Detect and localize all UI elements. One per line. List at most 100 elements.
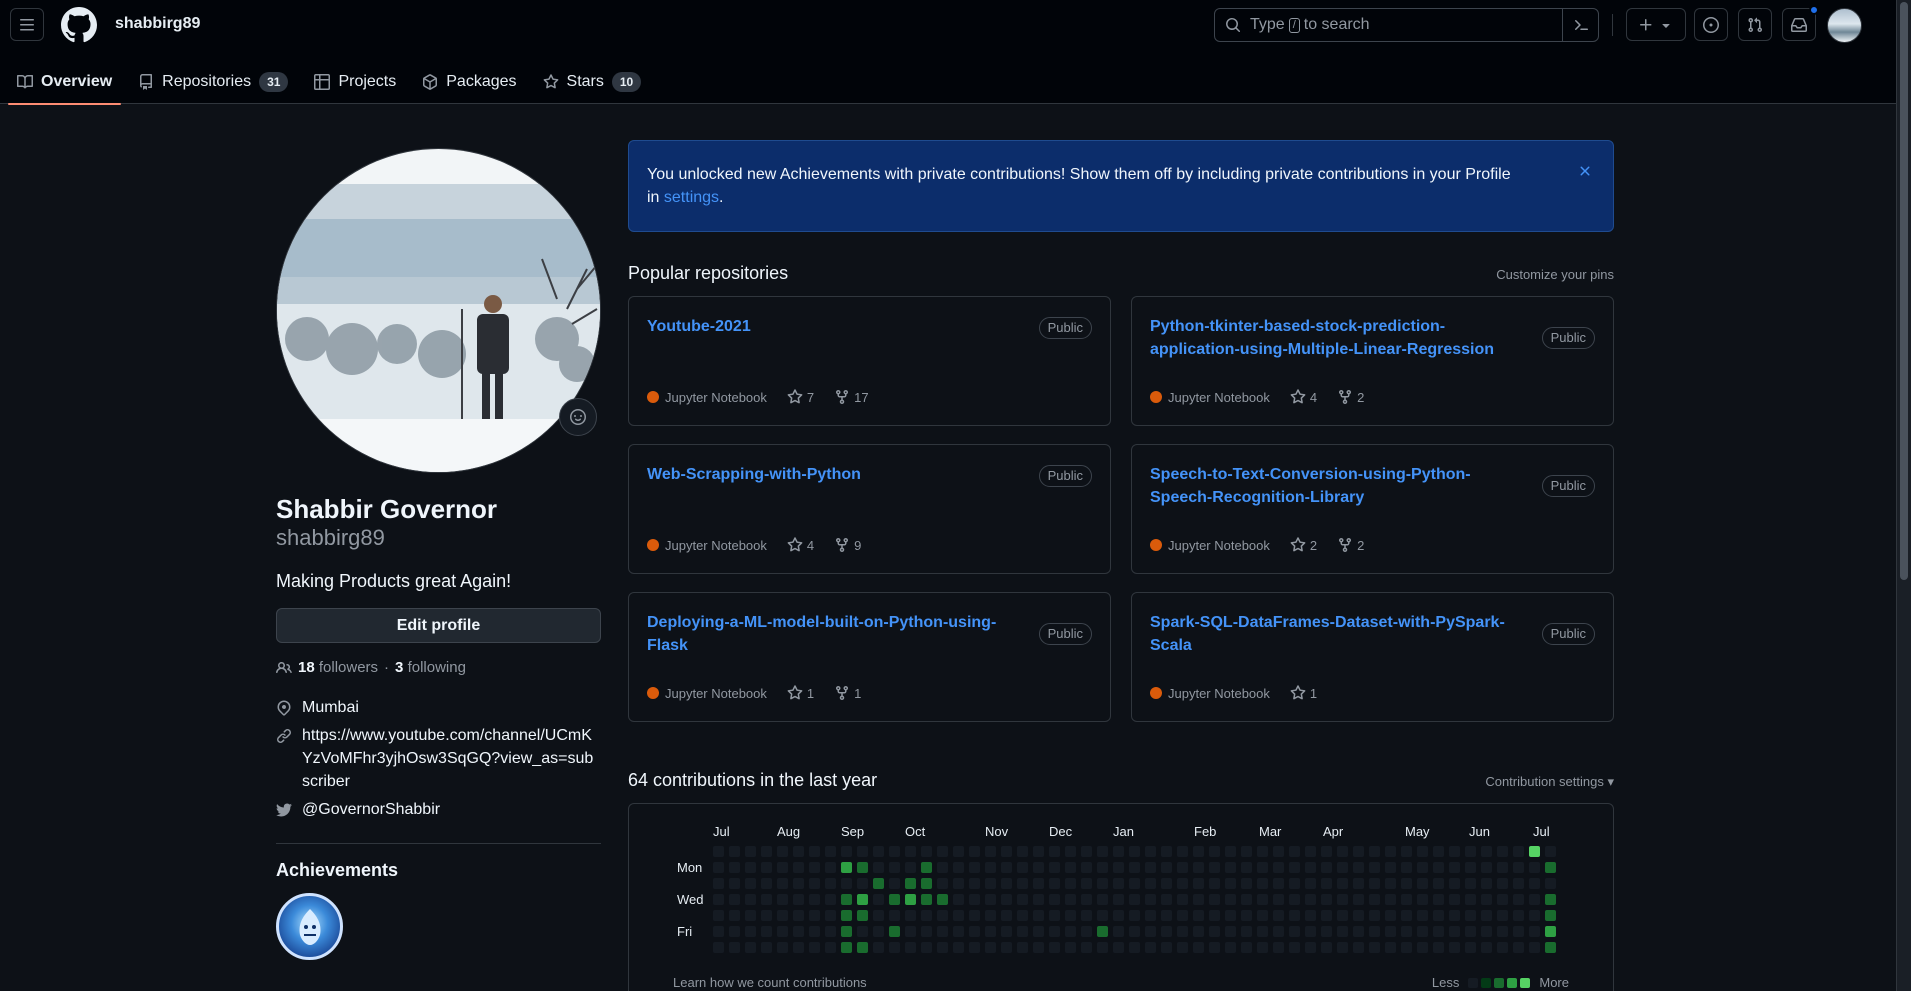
contribution-day[interactable]: [921, 926, 932, 937]
contribution-day[interactable]: [793, 862, 804, 873]
contribution-day[interactable]: [1177, 910, 1188, 921]
contribution-day[interactable]: [777, 910, 788, 921]
contribution-day[interactable]: [1017, 846, 1028, 857]
contribution-day[interactable]: [1481, 846, 1492, 857]
contribution-day[interactable]: [1417, 910, 1428, 921]
contribution-day[interactable]: [761, 894, 772, 905]
contribution-day[interactable]: [729, 846, 740, 857]
contribution-day[interactable]: [985, 894, 996, 905]
contribution-day[interactable]: [1529, 894, 1540, 905]
contribution-day[interactable]: [729, 894, 740, 905]
contribution-day[interactable]: [1017, 942, 1028, 953]
contribution-day[interactable]: [1545, 942, 1556, 953]
contribution-day[interactable]: [1449, 894, 1460, 905]
contribution-day[interactable]: [1401, 878, 1412, 889]
contribution-day[interactable]: [857, 862, 868, 873]
contribution-day[interactable]: [1369, 926, 1380, 937]
contribution-day[interactable]: [729, 942, 740, 953]
contribution-day[interactable]: [1305, 878, 1316, 889]
contribution-day[interactable]: [1033, 942, 1044, 953]
contribution-day[interactable]: [1513, 910, 1524, 921]
contribution-day[interactable]: [1513, 894, 1524, 905]
contribution-day[interactable]: [1177, 878, 1188, 889]
contribution-day[interactable]: [1257, 910, 1268, 921]
repo-forks-link[interactable]: 9: [834, 537, 861, 553]
contribution-day[interactable]: [1193, 942, 1204, 953]
contribution-day[interactable]: [953, 926, 964, 937]
contribution-day[interactable]: [713, 942, 724, 953]
contribution-day[interactable]: [1017, 926, 1028, 937]
contribution-day[interactable]: [1097, 878, 1108, 889]
contribution-day[interactable]: [841, 894, 852, 905]
contribution-day[interactable]: [793, 926, 804, 937]
contribution-day[interactable]: [873, 942, 884, 953]
contribution-day[interactable]: [1545, 878, 1556, 889]
contribution-day[interactable]: [1401, 894, 1412, 905]
contribution-day[interactable]: [1449, 942, 1460, 953]
contribution-day[interactable]: [1049, 894, 1060, 905]
contribution-day[interactable]: [1449, 862, 1460, 873]
contribution-day[interactable]: [1001, 846, 1012, 857]
contribution-day[interactable]: [1033, 894, 1044, 905]
contribution-day[interactable]: [1305, 942, 1316, 953]
contribution-day[interactable]: [745, 846, 756, 857]
contribution-day[interactable]: [1417, 878, 1428, 889]
contribution-day[interactable]: [1529, 926, 1540, 937]
contribution-day[interactable]: [1449, 846, 1460, 857]
notifications-button[interactable]: [1782, 5, 1819, 41]
contribution-day[interactable]: [1225, 926, 1236, 937]
repo-stars-link[interactable]: 2: [1290, 537, 1317, 553]
contribution-day[interactable]: [1065, 878, 1076, 889]
contribution-day[interactable]: [1161, 926, 1172, 937]
contribution-day[interactable]: [985, 942, 996, 953]
contribution-day[interactable]: [1145, 846, 1156, 857]
contribution-day[interactable]: [1113, 894, 1124, 905]
profile-avatar[interactable]: [276, 148, 601, 473]
contribution-day[interactable]: [1225, 910, 1236, 921]
github-logo-icon[interactable]: [61, 7, 97, 43]
contribution-day[interactable]: [1481, 910, 1492, 921]
contribution-day[interactable]: [1209, 942, 1220, 953]
contribution-day[interactable]: [1369, 862, 1380, 873]
achievement-badge[interactable]: [276, 893, 343, 960]
contribution-day[interactable]: [761, 910, 772, 921]
contribution-day[interactable]: [905, 878, 916, 889]
issues-button[interactable]: [1694, 8, 1728, 41]
contribution-day[interactable]: [1113, 862, 1124, 873]
contribution-day[interactable]: [937, 942, 948, 953]
contribution-day[interactable]: [905, 862, 916, 873]
contribution-day[interactable]: [713, 846, 724, 857]
repo-stars-link[interactable]: 4: [1290, 389, 1317, 405]
contribution-day[interactable]: [1257, 894, 1268, 905]
contribution-day[interactable]: [713, 894, 724, 905]
contribution-day[interactable]: [809, 942, 820, 953]
contribution-day[interactable]: [809, 878, 820, 889]
contribution-day[interactable]: [1225, 846, 1236, 857]
contribution-day[interactable]: [1337, 894, 1348, 905]
contribution-day[interactable]: [1097, 862, 1108, 873]
contribution-day[interactable]: [1113, 910, 1124, 921]
contribution-day[interactable]: [1289, 862, 1300, 873]
contribution-day[interactable]: [1433, 878, 1444, 889]
contribution-day[interactable]: [713, 862, 724, 873]
repo-link[interactable]: Deploying-a-ML-model-built-on-Python-usi…: [647, 611, 1017, 657]
contribution-day[interactable]: [985, 862, 996, 873]
contribution-day[interactable]: [1049, 910, 1060, 921]
set-status-button[interactable]: [559, 398, 597, 436]
contribution-day[interactable]: [1017, 910, 1028, 921]
contribution-day[interactable]: [857, 894, 868, 905]
contribution-day[interactable]: [1081, 926, 1092, 937]
contribution-day[interactable]: [1129, 846, 1140, 857]
contribution-day[interactable]: [825, 910, 836, 921]
contribution-day[interactable]: [1433, 926, 1444, 937]
contribution-day[interactable]: [1385, 926, 1396, 937]
contribution-day[interactable]: [1209, 878, 1220, 889]
contribution-day[interactable]: [1017, 894, 1028, 905]
contribution-day[interactable]: [1033, 910, 1044, 921]
contribution-day[interactable]: [937, 910, 948, 921]
tab-repositories[interactable]: Repositories 31: [129, 60, 297, 104]
contribution-day[interactable]: [1433, 942, 1444, 953]
following-link[interactable]: 3 following: [395, 659, 466, 676]
contribution-day[interactable]: [1273, 910, 1284, 921]
contribution-day[interactable]: [1417, 894, 1428, 905]
